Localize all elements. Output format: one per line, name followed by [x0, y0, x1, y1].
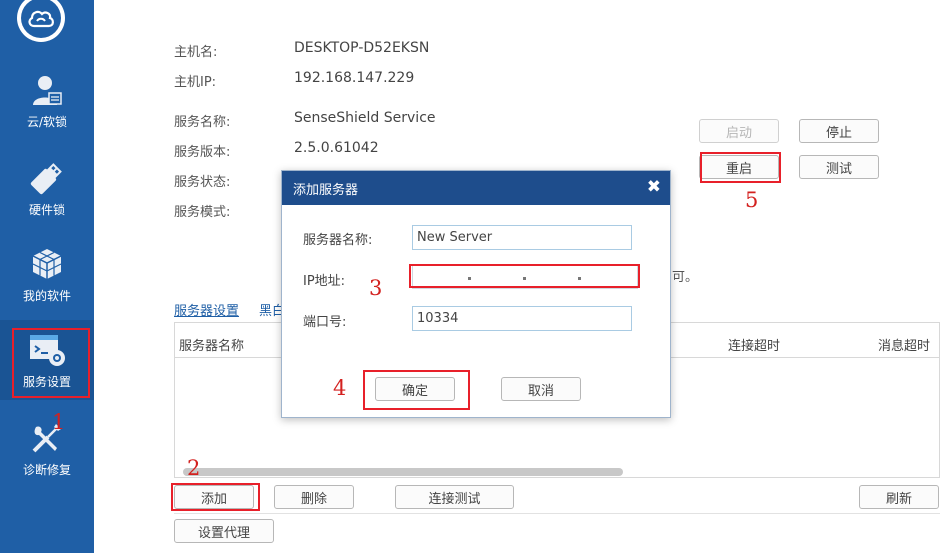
stop-service-button[interactable]: 停止	[799, 119, 879, 143]
server-name-label: 服务器名称:	[303, 233, 373, 248]
test-service-button[interactable]: 测试	[799, 155, 879, 179]
hostname-label: 主机名:	[174, 45, 218, 60]
host-ip-label: 主机IP:	[174, 75, 217, 90]
sidebar-item-label: 诊断修复	[22, 463, 71, 477]
dialog-title: 添加服务器	[293, 182, 359, 198]
column-header-message-timeout[interactable]: 消息超时	[878, 335, 930, 354]
highlight-box-ok	[363, 370, 470, 410]
set-proxy-button[interactable]: 设置代理	[174, 519, 274, 543]
step-number-1: 1	[52, 410, 66, 434]
refresh-button[interactable]: 刷新	[859, 485, 939, 509]
close-icon[interactable]: ✖	[647, 177, 661, 197]
service-mode-label: 服务模式:	[174, 205, 231, 220]
app-logo	[17, 0, 65, 42]
step-number-2: 2	[187, 456, 201, 480]
highlight-box-ip-address	[409, 264, 640, 288]
sidebar: 云/软锁 硬件锁 我的软件 服务设置 诊断修复	[0, 0, 94, 553]
tab-server-settings[interactable]: 服务器设置	[174, 300, 239, 319]
highlight-box-service-settings	[12, 328, 90, 398]
usb-key-icon	[30, 163, 62, 195]
hostname-value: DESKTOP-D52EKSN	[294, 40, 430, 56]
cancel-button[interactable]: 取消	[501, 377, 581, 401]
service-name-label: 服务名称:	[174, 115, 231, 130]
highlight-box-restart	[700, 152, 781, 183]
note-text-tail: 可。	[672, 270, 699, 285]
host-ip-value: 192.168.147.229	[294, 70, 415, 86]
service-status-label: 服务状态:	[174, 175, 231, 190]
highlight-box-add	[171, 483, 260, 511]
sidebar-item-diagnose-repair[interactable]: 诊断修复	[0, 408, 94, 488]
sidebar-item-my-software[interactable]: 我的软件	[0, 234, 94, 314]
column-header-connect-timeout[interactable]: 连接超时	[728, 335, 780, 354]
sidebar-item-label: 云/软锁	[26, 115, 68, 129]
horizontal-scrollbar[interactable]	[183, 468, 623, 476]
step-number-4: 4	[333, 376, 347, 400]
step-number-3: 3	[369, 276, 383, 300]
cloud-logo-icon	[28, 10, 54, 28]
port-input[interactable]	[412, 306, 632, 331]
service-version-value: 2.5.0.61042	[294, 140, 379, 156]
service-version-label: 服务版本:	[174, 145, 231, 160]
dialog-title-bar: 添加服务器	[282, 171, 670, 205]
port-label: 端口号:	[303, 315, 347, 330]
service-name-value: SenseShield Service	[294, 110, 436, 126]
delete-server-button[interactable]: 删除	[274, 485, 354, 509]
user-cloud-icon	[33, 76, 62, 105]
column-header-server-name[interactable]: 服务器名称	[179, 335, 244, 354]
sidebar-item-label: 硬件锁	[28, 203, 65, 217]
start-service-button[interactable]: 启动	[699, 119, 779, 143]
step-number-5: 5	[745, 188, 759, 212]
cubes-icon	[32, 249, 62, 279]
connect-test-button[interactable]: 连接测试	[395, 485, 514, 509]
ip-address-label: IP地址:	[303, 274, 346, 289]
sidebar-item-cloud-soft-lock[interactable]: 云/软锁	[0, 60, 94, 140]
server-name-input[interactable]	[412, 225, 632, 250]
divider	[174, 513, 940, 514]
sidebar-item-hardware-lock[interactable]: 硬件锁	[0, 148, 94, 228]
sidebar-item-label: 我的软件	[22, 289, 71, 303]
